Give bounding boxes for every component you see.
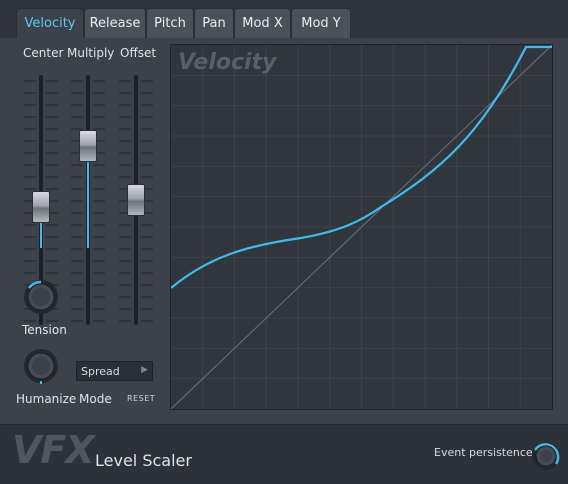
tab-velocity[interactable]: Velocity <box>16 8 84 38</box>
humanize-knob[interactable] <box>22 347 60 389</box>
mode-dropdown-value: Spread <box>81 364 120 378</box>
mode-label: Mode <box>79 392 112 406</box>
multiply-fader[interactable] <box>69 75 107 325</box>
mode-dropdown[interactable]: Spread ▶ <box>76 361 153 381</box>
reset-button[interactable]: RESET <box>127 394 155 403</box>
multiply-fader-fill <box>87 161 89 248</box>
event-persistence-label: Event persistence <box>434 446 533 459</box>
graph-title: Velocity <box>178 50 277 75</box>
tab-release[interactable]: Release <box>84 8 146 38</box>
humanize-label: Humanize <box>16 392 77 406</box>
plugin-subtitle: Level Scaler <box>95 451 192 470</box>
event-persistence-knob[interactable] <box>530 440 562 476</box>
curve-graph[interactable] <box>170 44 553 410</box>
vfx-logo: VFX <box>12 428 95 472</box>
curve-graph-canvas <box>170 44 553 410</box>
tension-label: Tension <box>22 323 67 337</box>
tension-knob[interactable] <box>22 278 60 320</box>
tension-knob-graphic <box>24 280 58 314</box>
tab-pan[interactable]: Pan <box>194 8 234 38</box>
tab-pitch[interactable]: Pitch <box>146 8 194 38</box>
humanize-knob-graphic <box>24 349 58 384</box>
tab-mod-y[interactable]: Mod Y <box>291 8 351 38</box>
multiply-fader-handle[interactable] <box>79 129 97 162</box>
offset-fader-handle[interactable] <box>127 184 145 216</box>
center-label: Center <box>23 46 64 60</box>
center-fader-handle[interactable] <box>32 190 50 223</box>
event-persistence-knob-graphic <box>532 442 560 470</box>
multiply-label: Multiply <box>67 46 115 60</box>
vfx-level-scaler-window: Velocity Release Pitch Pan Mod X Mod Y C… <box>0 0 568 484</box>
tab-mod-x[interactable]: Mod X <box>234 8 291 38</box>
center-fader-fill <box>40 222 42 248</box>
dropdown-arrow-icon: ▶ <box>141 365 148 375</box>
offset-fader[interactable] <box>117 75 155 325</box>
offset-label: Offset <box>120 46 157 60</box>
tab-bar: Velocity Release Pitch Pan Mod X Mod Y <box>0 0 568 38</box>
